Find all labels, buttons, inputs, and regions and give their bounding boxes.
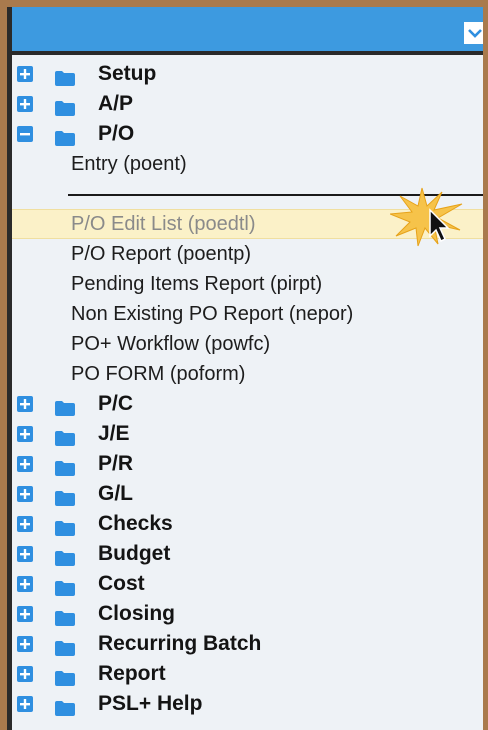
tree-folder-label: Closing: [98, 602, 175, 625]
tree-folder-cost[interactable]: Cost: [12, 569, 483, 599]
tree-folder-report[interactable]: Report: [12, 659, 483, 689]
plus-square-icon[interactable]: [17, 96, 33, 112]
menu-item-non-existing-po[interactable]: Non Existing PO Report (nepor): [12, 299, 483, 329]
tree-folder-pr[interactable]: P/R: [12, 449, 483, 479]
tree-folder-label: Report: [98, 662, 166, 685]
menu-item-po-form[interactable]: PO FORM (poform): [12, 359, 483, 389]
tree-folder-label: Budget: [98, 542, 171, 565]
plus-square-icon[interactable]: [17, 426, 33, 442]
tree-folder-label: P/R: [98, 452, 134, 475]
plus-square-icon[interactable]: [17, 636, 33, 652]
plus-square-icon[interactable]: [17, 516, 33, 532]
tree-folder-label: A/P: [98, 92, 134, 115]
menu-item-po-workflow[interactable]: PO+ Workflow (powfc): [12, 329, 483, 359]
menu-tree: Setup A/P P/O Entry (poent) P/O Edit Lis…: [12, 59, 483, 719]
tree-folder-gl[interactable]: G/L: [12, 479, 483, 509]
tree-folder-budget[interactable]: Budget: [12, 539, 483, 569]
tree-folder-label: G/L: [98, 482, 133, 505]
panel-titlebar: [12, 7, 483, 55]
plus-square-icon[interactable]: [17, 666, 33, 682]
tree-folder-label: J/E: [98, 422, 130, 445]
tree-folder-je[interactable]: J/E: [12, 419, 483, 449]
tree-folder-label: PSL+ Help: [98, 692, 203, 715]
tree-folder-pc[interactable]: P/C: [12, 389, 483, 419]
plus-square-icon[interactable]: [17, 396, 33, 412]
tree-folder-label: P/C: [98, 392, 134, 415]
tree-folder-label: Setup: [98, 62, 157, 85]
plus-square-icon[interactable]: [17, 546, 33, 562]
tree-folder-closing[interactable]: Closing: [12, 599, 483, 629]
mouse-pointer-icon: [389, 187, 463, 247]
dropdown-button[interactable]: [463, 21, 483, 45]
tree-folder-label: Cost: [98, 572, 145, 595]
plus-square-icon[interactable]: [17, 696, 33, 712]
tree-folder-ap[interactable]: A/P: [12, 89, 483, 119]
tree-folder-recurring-batch[interactable]: Recurring Batch: [12, 629, 483, 659]
tree-folder-label: P/O: [98, 122, 135, 145]
tree-folder-checks[interactable]: Checks: [12, 509, 483, 539]
tree-folder-psl-help[interactable]: PSL+ Help: [12, 689, 483, 719]
minus-square-icon[interactable]: [17, 126, 33, 142]
plus-square-icon[interactable]: [17, 486, 33, 502]
menu-item-entry[interactable]: Entry (poent): [12, 149, 483, 179]
click-burst: [389, 186, 470, 255]
plus-square-icon[interactable]: [17, 576, 33, 592]
chevron-down-icon: [468, 29, 482, 38]
tree-folder-label: Recurring Batch: [98, 632, 262, 655]
plus-square-icon[interactable]: [17, 456, 33, 472]
tree-folder-po[interactable]: P/O: [12, 119, 483, 149]
menu-item-pending-items[interactable]: Pending Items Report (pirpt): [12, 269, 483, 299]
menu-panel: Setup A/P P/O Entry (poent) P/O Edit Lis…: [7, 7, 483, 730]
tree-folder-setup[interactable]: Setup: [12, 59, 483, 89]
plus-square-icon[interactable]: [17, 66, 33, 82]
tree-folder-label: Checks: [98, 512, 173, 535]
folder-icon: [55, 697, 75, 727]
plus-square-icon[interactable]: [17, 606, 33, 622]
